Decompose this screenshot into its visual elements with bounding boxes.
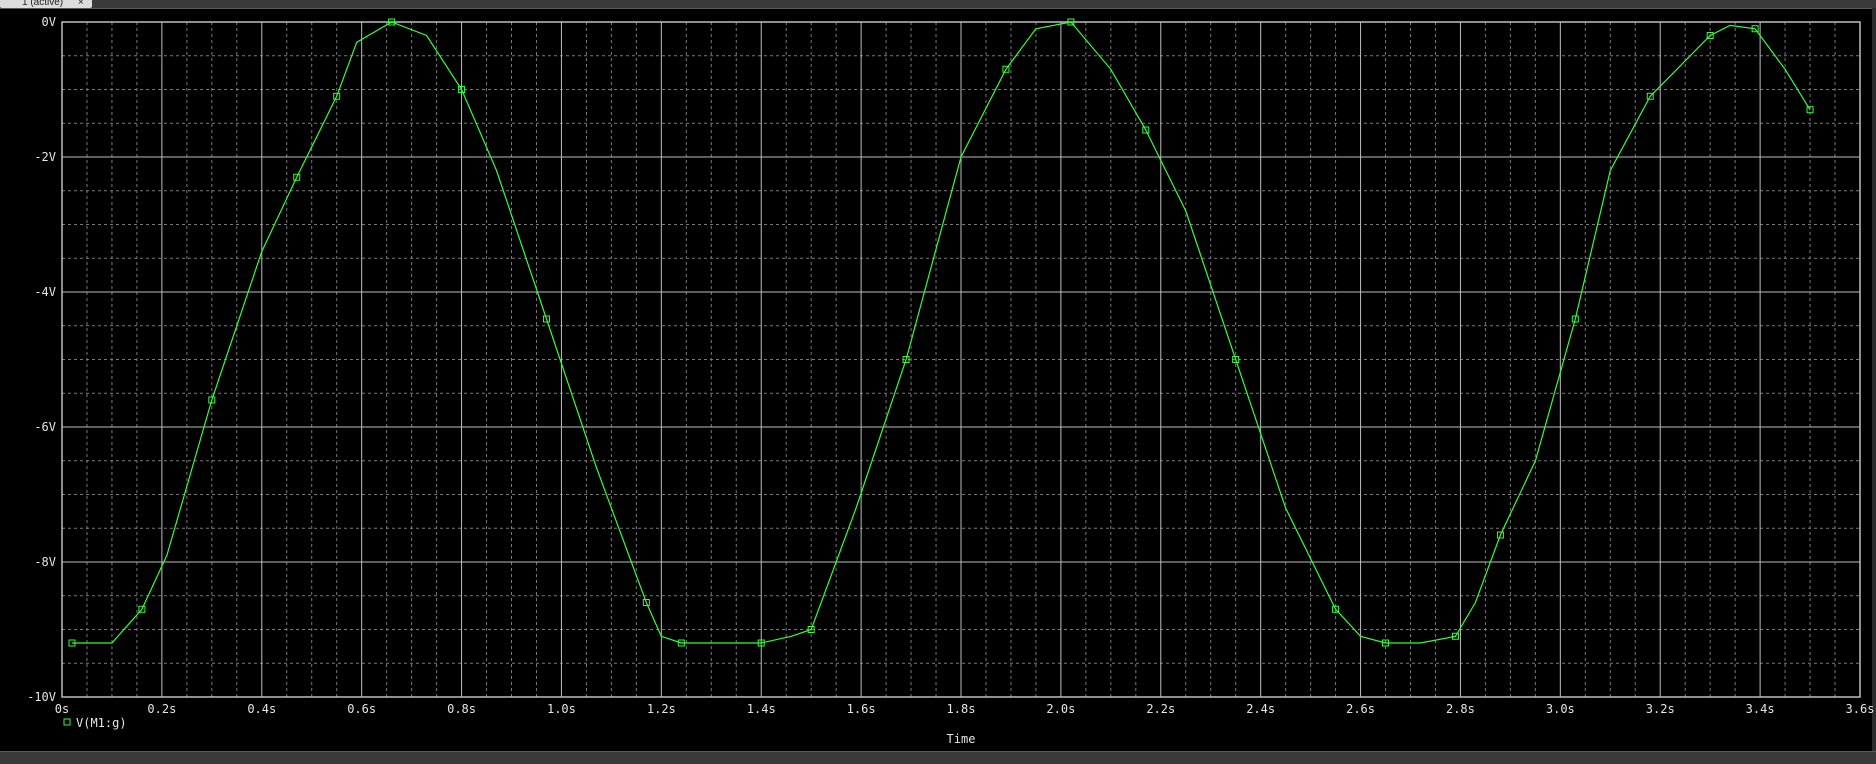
x-tick-label: 2.8s bbox=[1446, 702, 1475, 716]
waveform-plot[interactable]: 0V -2V -4V -6V -8V -10V 0s 0.2s 0.4s 0.6s 0.8s 1.0… bbox=[0, 0, 1876, 752]
x-tick-label: 0s bbox=[55, 702, 69, 716]
x-tick-label: 0.8s bbox=[447, 702, 476, 716]
legend[interactable]: V(M1:g) bbox=[63, 716, 127, 730]
x-tick-label: 3.2s bbox=[1646, 702, 1675, 716]
x-tick-labels: 0s 0.2s 0.4s 0.6s 0.8s 1.0s 1.2s 1.4s 1.6s 1.8s 2.… bbox=[55, 702, 1875, 716]
x-tick-label: 1.2s bbox=[647, 702, 676, 716]
y-tick-labels: 0V -2V -4V -6V -8V -10V bbox=[27, 15, 56, 704]
x-tick-label: 1.8s bbox=[947, 702, 976, 716]
y-tick-label: 0V bbox=[42, 15, 56, 29]
y-tick-label: -2V bbox=[34, 150, 56, 164]
legend-label: V(M1:g) bbox=[76, 716, 127, 730]
y-tick-label: -8V bbox=[34, 555, 56, 569]
major-grid bbox=[61, 21, 1861, 698]
legend-marker bbox=[63, 718, 71, 726]
y-tick-label: -4V bbox=[34, 285, 56, 299]
series-line bbox=[72, 21, 1811, 644]
x-tick-label: 2.0s bbox=[1046, 702, 1075, 716]
y-tick-label: -10V bbox=[27, 690, 56, 704]
x-tick-label: 0.6s bbox=[347, 702, 376, 716]
x-tick-label: 1.4s bbox=[747, 702, 776, 716]
window-bottom-strip bbox=[0, 751, 1876, 764]
x-tick-label: 2.2s bbox=[1146, 702, 1175, 716]
x-tick-label: 3.0s bbox=[1546, 702, 1575, 716]
x-tick-label: 3.6s bbox=[1846, 702, 1875, 716]
x-tick-label: 3.4s bbox=[1746, 702, 1775, 716]
x-tick-label: 1.0s bbox=[547, 702, 576, 716]
x-tick-label: 2.6s bbox=[1346, 702, 1375, 716]
x-tick-label: 1.6s bbox=[847, 702, 876, 716]
y-tick-label: -6V bbox=[34, 420, 56, 434]
x-axis-label: Time bbox=[947, 732, 976, 746]
x-tick-label: 2.4s bbox=[1246, 702, 1275, 716]
series-layer bbox=[68, 18, 1814, 647]
x-tick-label: 0.4s bbox=[247, 702, 276, 716]
x-tick-label: 0.2s bbox=[147, 702, 176, 716]
